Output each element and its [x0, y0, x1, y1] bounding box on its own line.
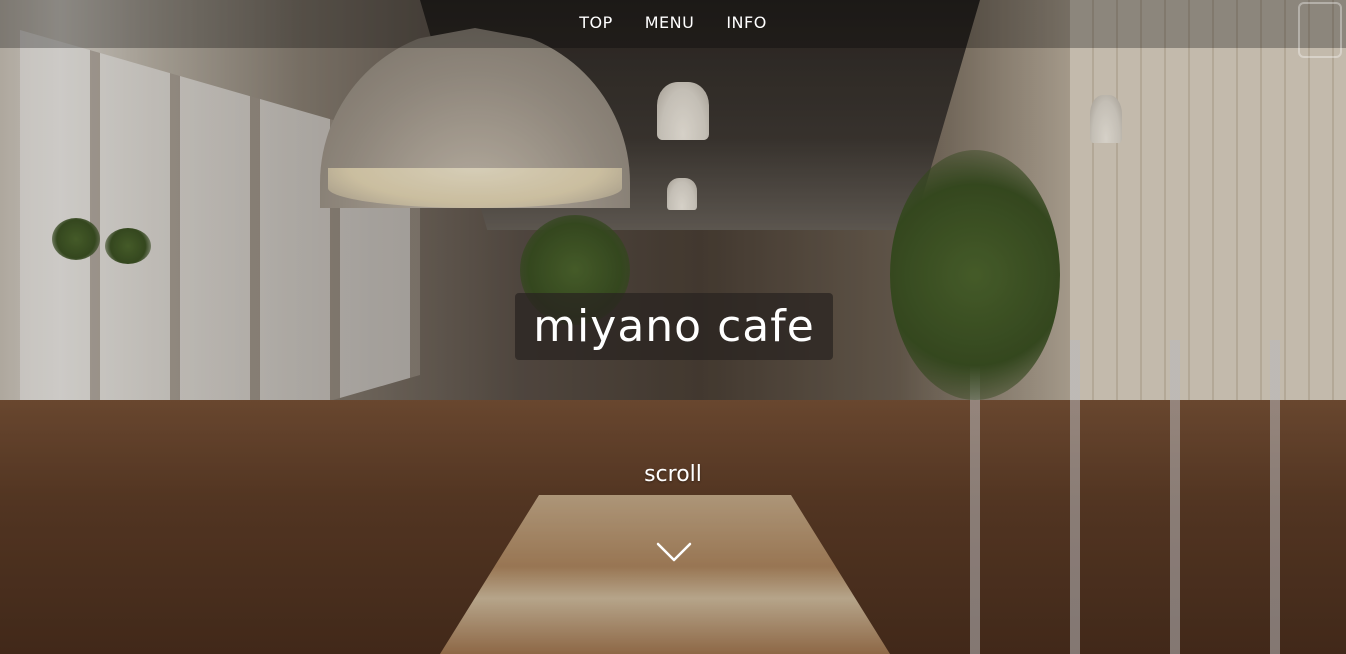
scroll-label[interactable]: scroll — [623, 462, 723, 487]
top-nav: TOP MENU INFO — [0, 0, 1346, 48]
corner-decoration — [1298, 2, 1342, 58]
chevron-down-icon[interactable] — [656, 538, 692, 564]
title-box: miyano cafe — [515, 293, 833, 360]
site-title: miyano cafe — [533, 300, 815, 352]
nav-item-menu[interactable]: MENU — [645, 13, 695, 36]
nav-item-info[interactable]: INFO — [726, 13, 766, 36]
nav-item-top[interactable]: TOP — [579, 13, 613, 36]
hero-section: TOP MENU INFO miyano cafe scroll — [0, 0, 1346, 654]
